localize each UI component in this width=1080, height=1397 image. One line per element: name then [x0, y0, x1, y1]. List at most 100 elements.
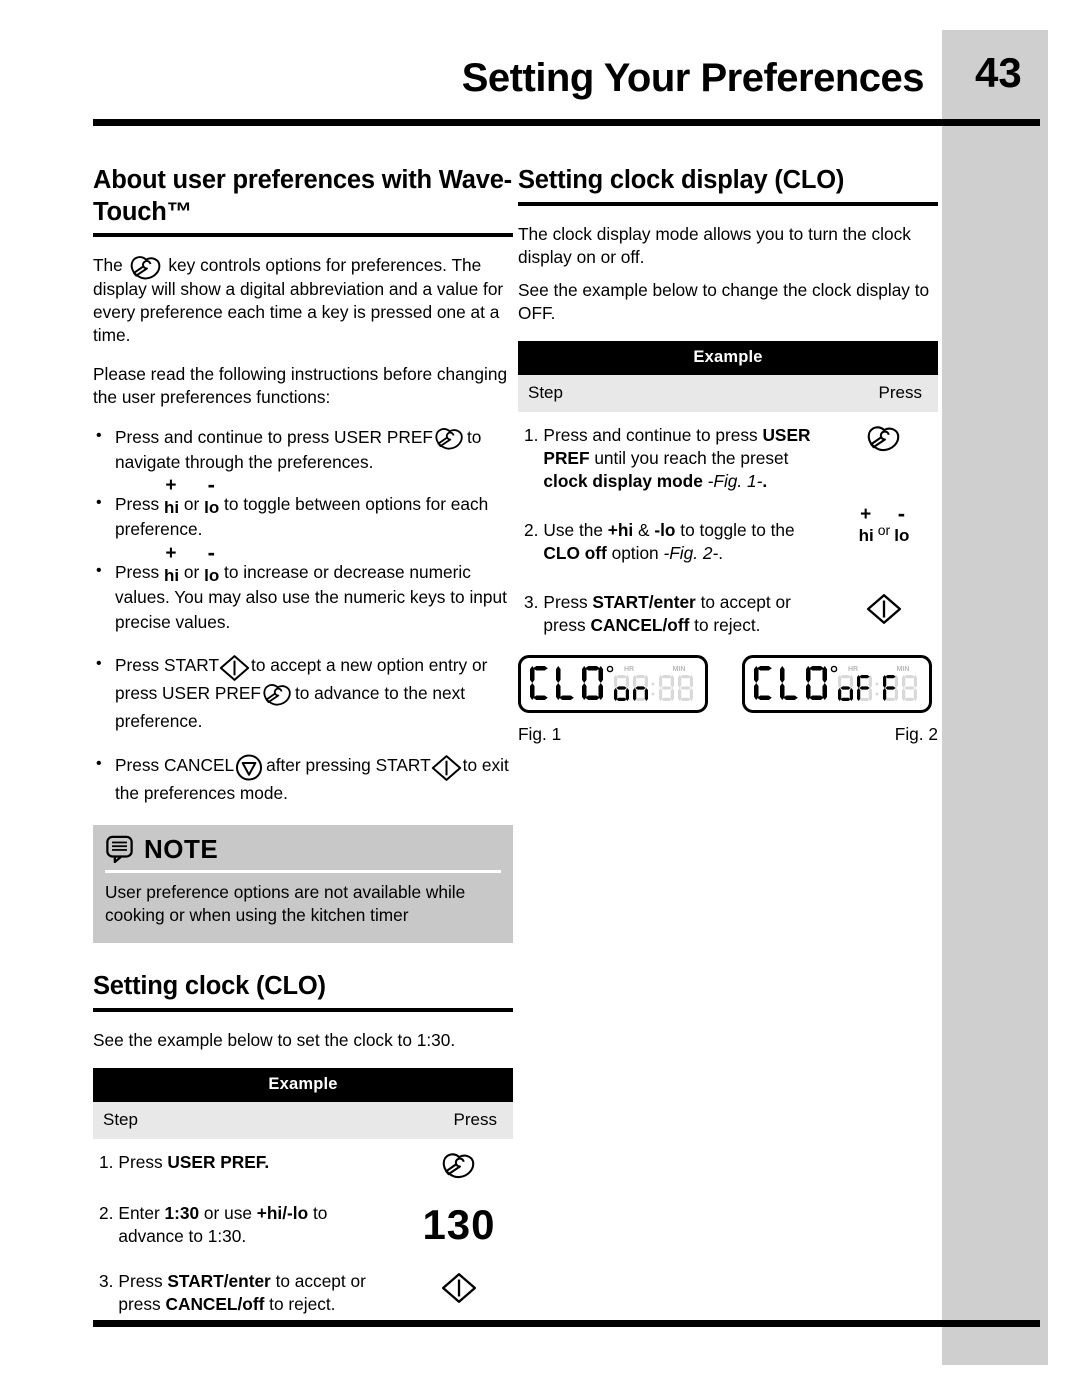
example-table-body: 1. Press USER PREF. 2. Enter 1:30 or use +h… — [93, 1139, 513, 1316]
instruction-bullet-list: Press and continue to press USER PREF to… — [93, 424, 513, 808]
heading-rule — [93, 233, 513, 238]
heading-setting-clock-display: Setting clock display (CLO) — [518, 166, 845, 194]
bullet-cancel-exit: Press CANCEL after pressing START to exi… — [93, 751, 513, 808]
step-cell: 2. Enter 1:30 or use +hi/-lo to advance t… — [93, 1202, 405, 1248]
start-icon — [441, 1272, 477, 1304]
step-description: Press and continue to press USER PREF un… — [543, 424, 822, 493]
svg-text:MIN: MIN — [897, 666, 910, 673]
bullet-3-pre: Press — [115, 561, 160, 582]
note-divider — [105, 869, 501, 873]
intro-pre: The — [93, 255, 123, 276]
press-cell: + hi or - lo — [830, 502, 938, 545]
step-number: 2. — [99, 1202, 114, 1223]
page-header: Setting Your Preferences — [0, 48, 942, 108]
note-text: User preference options are not availabl… — [105, 881, 466, 926]
svg-text:HR: HR — [848, 666, 858, 673]
step-text-bold: +hi/-lo — [256, 1202, 309, 1223]
bullet-5-mid: after pressing START — [266, 755, 431, 776]
step-text-bold: 1:30 — [164, 1202, 200, 1223]
step-text-italic: -Fig. 1- — [702, 470, 763, 491]
step-text-bold: -lo — [654, 519, 676, 540]
figure-1: HR MIN Fig. 1 — [518, 654, 714, 745]
step-description: Press START/enter to accept or press CAN… — [543, 591, 822, 637]
cancel-icon — [234, 753, 266, 781]
heading-rule — [518, 201, 938, 206]
step-description: Press START/enter to accept or press CAN… — [118, 1270, 397, 1316]
press-cell — [830, 424, 938, 453]
column-header-press: Press — [453, 1109, 497, 1129]
step-number: 3. — [99, 1270, 114, 1291]
lcd-display-off: HR MIN — [742, 654, 932, 713]
press-cell — [830, 591, 938, 625]
step-text: Use the — [543, 519, 608, 540]
step-text: option — [606, 542, 664, 563]
svg-text:MIN: MIN — [673, 666, 686, 673]
clock-display-paragraph-1: The clock display mode allows you to tur… — [518, 223, 911, 267]
table-row: 1. Press USER PREF. — [93, 1139, 513, 1180]
step-text: Press — [543, 591, 593, 612]
svg-text:HR: HR — [624, 666, 634, 673]
step-text-bold: START/enter — [592, 591, 696, 612]
step-cell: 3. Press START/enter to accept or press C… — [518, 591, 830, 637]
step-text: to reject. — [689, 614, 761, 635]
column-header-step: Step — [528, 382, 563, 402]
step-description: Press USER PREF. — [118, 1151, 397, 1174]
hi-label: hi — [164, 497, 180, 517]
plus-hi-glyph: + hi — [164, 476, 180, 518]
start-icon — [219, 654, 251, 681]
hi-label: hi — [858, 525, 874, 545]
example-table-body: 1. Press and continue to press USER PREF … — [518, 412, 938, 637]
column-header-step: Step — [103, 1109, 138, 1129]
lcd-display-on: HR MIN — [518, 654, 708, 713]
user-pref-icon — [433, 427, 467, 450]
note-box: NOTE User preference options are not ava… — [93, 824, 513, 944]
minus-lo-glyph: - lo — [204, 473, 219, 518]
hi-or-lo-glyph: + hi or - lo — [858, 502, 910, 545]
step-text: to toggle to the — [675, 519, 795, 540]
step-text: Enter — [118, 1202, 165, 1223]
clock-display-paragraph-2: See the example below to change the cloc… — [518, 279, 930, 323]
table-row: 1. Press and continue to press USER PREF … — [518, 412, 938, 493]
note-title: NOTE — [144, 833, 219, 864]
lcd-figure-group: HR MIN Fig. 1 HR MIN Fig. 2 — [518, 654, 938, 745]
note-bubble-icon — [105, 835, 135, 863]
step-text-bold: CANCEL/off — [590, 614, 690, 635]
minus-lo-glyph: - lo — [894, 502, 910, 545]
bullet-2-mid: or — [183, 493, 200, 514]
lo-label: lo — [894, 525, 910, 545]
bullet-4-pre: Press START — [115, 655, 220, 676]
step-cell: 3. Press START/enter to accept or press C… — [93, 1270, 405, 1316]
step-text-italic: -Fig. 2- — [663, 542, 719, 563]
step-cell: 2. Use the +hi & -lo to toggle to the CLO… — [518, 519, 830, 565]
bullet-3-mid: or — [183, 561, 200, 582]
hi-label: hi — [164, 565, 180, 585]
minus-sign: - — [207, 539, 215, 565]
step-description: Enter 1:30 or use +hi/-lo to advance to … — [118, 1202, 397, 1248]
table-row: 2. Use the +hi & -lo to toggle to the CLO… — [518, 502, 938, 565]
step-text-bold: START/enter — [167, 1270, 271, 1291]
start-icon — [431, 754, 463, 781]
step-text: Press — [118, 1270, 168, 1291]
step-text-bold: CLO off — [543, 542, 607, 563]
example-table-clock: Example Step Press 1. Press USER PREF. 2. E… — [93, 1067, 513, 1316]
lo-label: lo — [204, 565, 220, 585]
step-text: Press — [118, 1151, 168, 1172]
table-row: 3. Press START/enter to accept or press C… — [518, 579, 938, 637]
step-text-bold: . — [762, 470, 768, 491]
intro-paragraph: The key controls options for preferences… — [93, 254, 513, 346]
manual-page: Setting Your Preferences 43 About user p… — [0, 0, 1080, 1397]
example-table-title: Example — [518, 340, 938, 375]
example-table-clock-display: Example Step Press 1. Press and continue … — [518, 340, 938, 637]
figure-2-caption: Fig. 2 — [894, 723, 938, 744]
minus-sign: - — [207, 471, 215, 497]
figure-2: HR MIN Fig. 2 — [742, 654, 938, 745]
example-table-subheader: Step Press — [93, 1101, 513, 1139]
step-number: 3. — [524, 591, 539, 612]
example-table-title: Example — [93, 1067, 513, 1102]
table-row: 3. Press START/enter to accept or press C… — [93, 1258, 513, 1316]
note-header: NOTE — [105, 835, 501, 863]
user-pref-icon — [128, 255, 164, 280]
step-number: 1. — [99, 1151, 114, 1172]
figure-1-caption: Fig. 1 — [518, 723, 562, 744]
plus-sign: + — [165, 474, 177, 496]
